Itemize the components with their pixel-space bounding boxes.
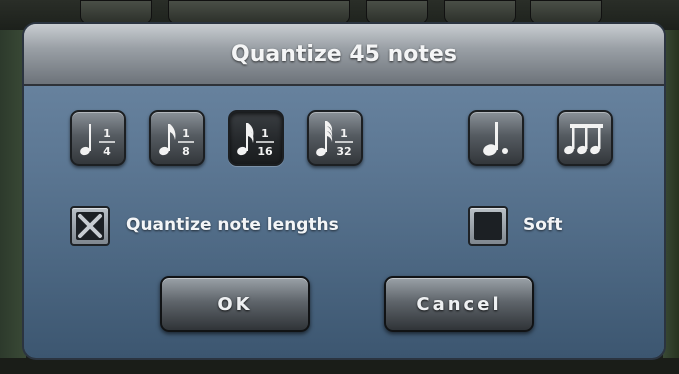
checkmark-x-icon — [78, 214, 102, 238]
quantize-quarter-note-button[interactable]: 1 4 — [70, 110, 126, 166]
quantize-thirty-second-note-button[interactable]: 1 32 — [307, 110, 363, 166]
background-right-edge — [663, 30, 679, 374]
sixteenth-note-numerator: 1 — [261, 127, 269, 140]
sixteenth-note-denominator: 16 — [257, 145, 273, 158]
background-toolbar-button — [80, 0, 152, 24]
background-bottom-edge — [0, 358, 679, 374]
background-toolbar-button — [530, 0, 602, 24]
quantize-note-lengths-checkbox[interactable] — [70, 206, 110, 246]
quarter-note-icon: 1 4 — [80, 124, 115, 158]
thirty-second-note-icon: 1 32 — [316, 121, 353, 158]
background-toolbar-button — [366, 0, 428, 24]
background-toolbar-button — [168, 0, 350, 24]
soft-checkbox[interactable] — [468, 206, 508, 246]
dotted-note-button[interactable] — [468, 110, 524, 166]
checkbox-well — [76, 212, 104, 240]
checkbox-well — [474, 212, 502, 240]
thirty-second-note-denominator: 32 — [336, 145, 351, 158]
eighth-note-numerator: 1 — [182, 127, 190, 140]
quantize-eighth-note-button[interactable]: 1 8 — [149, 110, 205, 166]
background-toolbar-button — [444, 0, 516, 24]
quantize-note-lengths-label: Quantize note lengths — [126, 215, 339, 235]
quantize-dialog: Quantize 45 notes 1 4 1 8 1 16 1 32 Quan… — [24, 24, 664, 358]
sixteenth-note-icon: 1 16 — [237, 123, 274, 158]
dotted-note-icon — [483, 122, 508, 156]
quantize-sixteenth-note-button[interactable]: 1 16 — [228, 110, 284, 166]
quarter-note-numerator: 1 — [103, 127, 111, 140]
soft-label: Soft — [523, 215, 563, 235]
thirty-second-note-numerator: 1 — [340, 127, 348, 140]
quarter-note-denominator: 4 — [103, 145, 111, 158]
dialog-title: Quantize 45 notes — [231, 41, 457, 67]
eighth-note-denominator: 8 — [182, 145, 190, 158]
eighth-note-icon: 1 8 — [159, 124, 194, 158]
triplet-notes-icon — [564, 124, 603, 155]
cancel-button[interactable]: Cancel — [384, 276, 534, 332]
ok-button[interactable]: OK — [160, 276, 310, 332]
triplet-notes-button[interactable] — [557, 110, 613, 166]
background-left-edge — [0, 30, 26, 374]
dialog-title-bar: Quantize 45 notes — [24, 24, 664, 86]
